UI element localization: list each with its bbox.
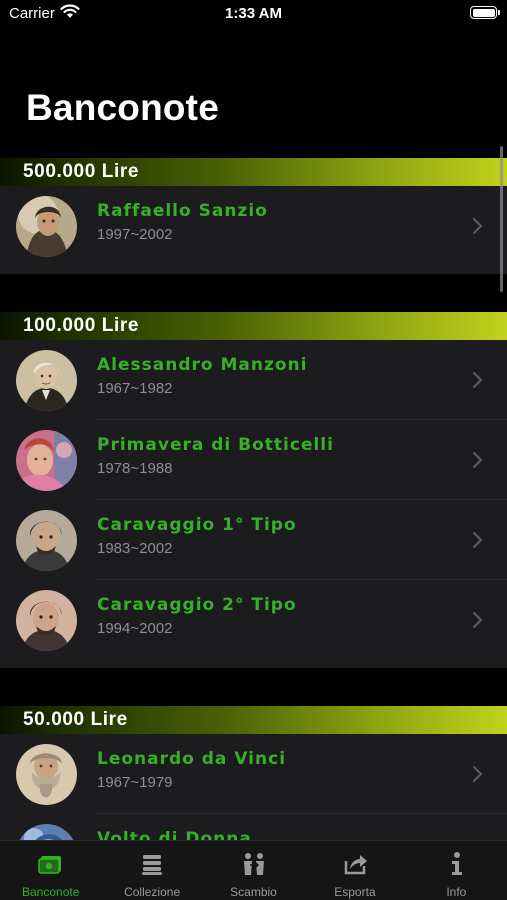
info-icon xyxy=(452,852,463,875)
scroll-indicator[interactable] xyxy=(500,146,503,292)
item-years: 1967~1979 xyxy=(97,774,173,791)
tab-label: Collezione xyxy=(124,885,181,899)
item-title: Primavera di Botticelli xyxy=(97,435,334,455)
manzoni-portrait-icon xyxy=(16,350,77,411)
tab-info[interactable]: Info xyxy=(406,841,507,900)
exchange-icon xyxy=(243,853,264,875)
chevron-right-icon xyxy=(472,611,483,629)
chevron-right-icon xyxy=(472,765,483,783)
list-item-botticelli[interactable]: Primavera di Botticelli 1978~1988 xyxy=(0,420,507,500)
raffaello-portrait-icon xyxy=(16,196,77,257)
battery-icon xyxy=(470,6,500,19)
list-item-volto-donna[interactable]: Volto di Donna xyxy=(0,814,507,840)
list-item-leonardo[interactable]: Leonardo da Vinci 1967~1979 xyxy=(0,734,507,814)
list-item-caravaggio-1[interactable]: Caravaggio 1° Tipo 1983~2002 xyxy=(0,500,507,580)
section-header-50000: 50.000 Lire xyxy=(0,706,507,734)
section-title: 50.000 Lire xyxy=(23,709,128,730)
list-item-manzoni[interactable]: Alessandro Manzoni 1967~1982 xyxy=(0,340,507,420)
list-item-raffaello[interactable]: Raffaello Sanzio 1997~2002 xyxy=(0,186,507,266)
status-bar: Carrier 1:33 AM xyxy=(0,0,507,28)
banknote-list[interactable]: 500.000 Lire Raffaello Sanzio 1997~2002 … xyxy=(0,158,507,840)
tab-bar: Banconote Collezione Scambio Esporta Inf… xyxy=(0,840,507,900)
tab-collezione[interactable]: Collezione xyxy=(101,841,202,900)
item-years: 1994~2002 xyxy=(97,620,173,637)
stack-icon xyxy=(142,855,163,875)
section-title: 100.000 Lire xyxy=(23,315,140,336)
caravaggio-portrait-icon xyxy=(16,590,77,651)
tab-label: Scambio xyxy=(230,885,277,899)
list-item-caravaggio-2[interactable]: Caravaggio 2° Tipo 1994~2002 xyxy=(0,580,507,660)
caravaggio-portrait-icon xyxy=(16,510,77,571)
page-title: Banconote xyxy=(26,87,219,128)
item-title: Alessandro Manzoni xyxy=(97,355,308,375)
tab-label: Esporta xyxy=(334,885,376,899)
donna-portrait-icon xyxy=(16,824,77,840)
item-years: 1983~2002 xyxy=(97,540,173,557)
chevron-right-icon xyxy=(472,531,483,549)
chevron-right-icon xyxy=(472,371,483,389)
item-years: 1997~2002 xyxy=(97,226,173,243)
chevron-right-icon xyxy=(472,217,483,235)
item-years: 1978~1988 xyxy=(97,460,173,477)
tab-label: Info xyxy=(446,885,467,899)
tab-label: Banconote xyxy=(22,885,80,899)
botticelli-portrait-icon xyxy=(16,430,77,491)
item-title: Caravaggio 1° Tipo xyxy=(97,515,297,535)
banknote-icon xyxy=(37,856,61,874)
item-title: Volto di Donna xyxy=(97,829,252,840)
tab-esporta[interactable]: Esporta xyxy=(304,841,405,900)
item-title: Raffaello Sanzio xyxy=(97,201,268,221)
item-title: Caravaggio 2° Tipo xyxy=(97,595,297,615)
section-title: 500.000 Lire xyxy=(23,161,140,182)
clock: 1:33 AM xyxy=(225,5,282,22)
leonardo-portrait-icon xyxy=(16,744,77,805)
item-years: 1967~1982 xyxy=(97,380,173,397)
item-title: Leonardo da Vinci xyxy=(97,749,287,769)
share-icon xyxy=(344,855,367,875)
tab-banconote[interactable]: Banconote xyxy=(0,841,101,900)
tab-scambio[interactable]: Scambio xyxy=(203,841,304,900)
section-header-100000: 100.000 Lire xyxy=(0,312,507,340)
section-header-500000: 500.000 Lire xyxy=(0,158,507,186)
chevron-right-icon xyxy=(472,451,483,469)
